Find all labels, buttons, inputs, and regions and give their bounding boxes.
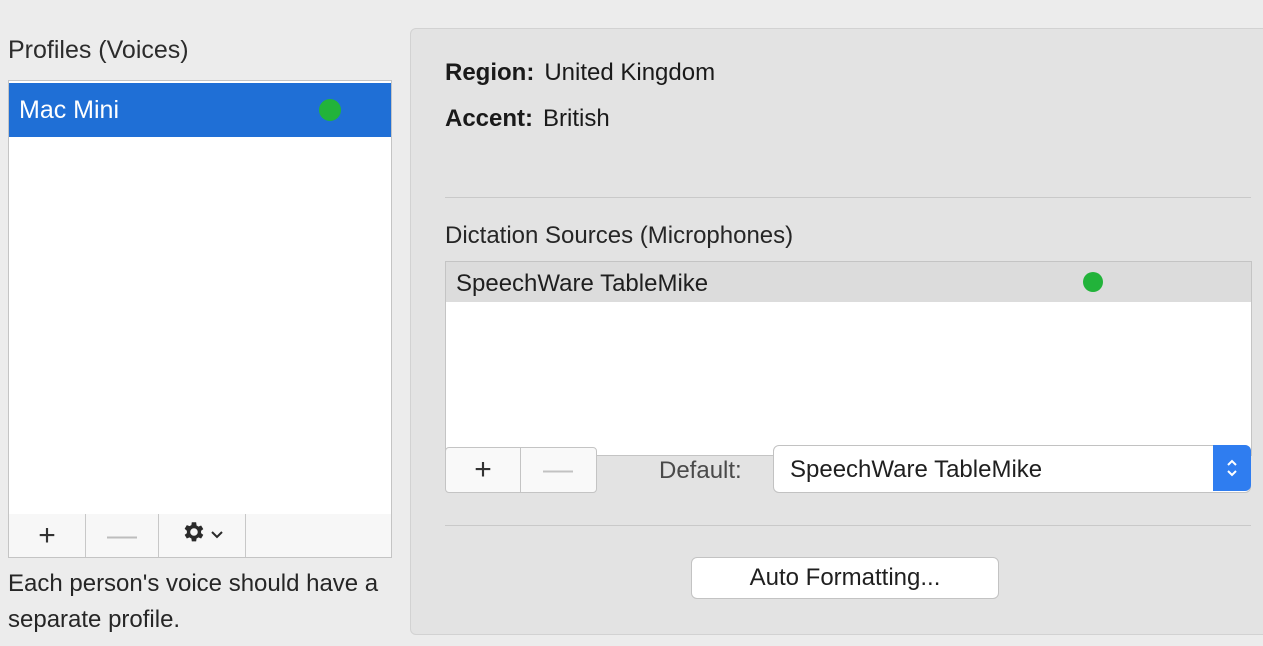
active-status-dot xyxy=(1083,272,1103,292)
profiles-hint: Each person's voice should have a separa… xyxy=(8,570,379,633)
accent-row: Accent: British xyxy=(445,105,610,133)
add-source-button[interactable]: + xyxy=(446,448,520,492)
dictation-sources-title: Dictation Sources (Microphones) xyxy=(445,222,794,249)
auto-formatting-button[interactable]: Auto Formatting... xyxy=(691,557,999,599)
region-label: Region: xyxy=(445,59,535,86)
profiles-title: Profiles (Voices) xyxy=(8,36,189,64)
sources-segmented-control: + — xyxy=(445,447,597,493)
profile-actions-button[interactable] xyxy=(159,514,246,557)
default-source-select[interactable]: SpeechWare TableMike xyxy=(773,445,1251,493)
profile-name: Mac Mini xyxy=(19,96,120,124)
profile-details-panel: Region: United Kingdom Accent: British Dic… xyxy=(410,28,1263,635)
source-item-speechware[interactable]: SpeechWare TableMike xyxy=(446,262,1251,302)
profiles-list[interactable]: Mac Mini xyxy=(8,80,392,515)
default-source-value: SpeechWare TableMike xyxy=(790,456,1043,483)
gear-icon xyxy=(180,519,206,552)
profiles-toolbar: + — xyxy=(8,514,392,558)
region-row: Region: United Kingdom xyxy=(445,59,715,87)
dictation-sources-list[interactable]: SpeechWare TableMike xyxy=(445,261,1252,456)
default-source-label: Default: xyxy=(659,457,742,484)
remove-source-button[interactable]: — xyxy=(521,448,595,492)
source-name: SpeechWare TableMike xyxy=(456,270,709,297)
chevron-down-icon xyxy=(210,527,224,545)
remove-profile-button[interactable]: — xyxy=(86,514,159,557)
divider xyxy=(445,525,1251,526)
profile-item-mac-mini[interactable]: Mac Mini xyxy=(9,83,391,137)
accent-label: Accent: xyxy=(445,105,534,132)
add-profile-button[interactable]: + xyxy=(9,514,86,557)
divider xyxy=(445,197,1251,198)
active-status-dot xyxy=(319,99,341,121)
region-value: United Kingdom xyxy=(544,59,716,86)
accent-value: British xyxy=(543,105,610,132)
up-down-chevron-icon[interactable] xyxy=(1213,445,1251,491)
